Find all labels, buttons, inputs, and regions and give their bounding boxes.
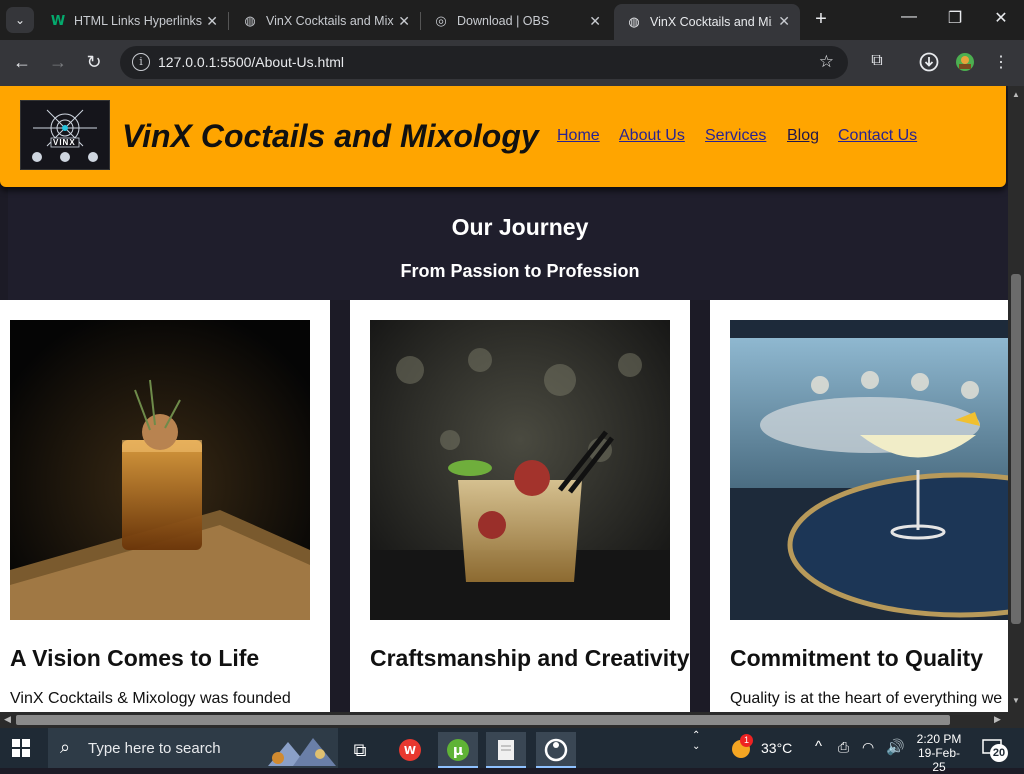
obs-studio-icon[interactable] [536, 732, 576, 768]
svg-text:W: W [404, 744, 416, 757]
notification-center-button[interactable]: 20 [982, 738, 1008, 762]
tab-search-dropdown[interactable]: ⌄ [6, 7, 34, 33]
site-info-icon[interactable]: i [132, 53, 150, 71]
hero-subtitle: From Passion to Profession [400, 261, 640, 281]
download-icon[interactable] [918, 52, 940, 77]
story-card: Craftsmanship and Creativity [350, 300, 690, 712]
camera-icon[interactable]: ⎙ [838, 739, 849, 756]
forward-button[interactable]: → [46, 52, 70, 73]
vinx-logo[interactable]: VINX [20, 100, 110, 170]
clock-date: 19-Feb-25 [917, 746, 961, 774]
browser-toolbar: ← → ↻ i 127.0.0.1:5500/About-Us.html ☆ ⧉… [0, 40, 1024, 86]
w3schools-icon: W [50, 13, 66, 29]
globe-icon: ◍ [628, 14, 640, 29]
taskbar-search[interactable]: ⌕ Type here to search [48, 728, 338, 768]
tab-title: Download | OBS [457, 14, 550, 28]
tab-3-active[interactable]: ◍ VinX Cocktails and Mix ✕ [614, 4, 800, 40]
close-icon[interactable]: ✕ [778, 13, 790, 30]
globe-icon: ◍ [244, 13, 256, 28]
site-brand-title: VinX Coctails and Mixology [122, 118, 539, 154]
bookmark-star-icon[interactable]: ☆ [819, 52, 834, 72]
tab-1[interactable]: ◍ VinX Cocktails and Mix ✕ [230, 6, 420, 36]
url-text[interactable]: 127.0.0.1:5500/About-Us.html [158, 54, 344, 70]
wps-office-icon[interactable]: W [390, 732, 430, 768]
hero-section [8, 186, 1008, 300]
profile-avatar[interactable] [954, 52, 976, 77]
cocktail-photo [730, 320, 1008, 620]
extensions-icon[interactable]: ⧉ [866, 52, 888, 70]
scroll-left-arrow-icon[interactable]: ◀ [4, 714, 11, 725]
page-viewport: VINX VinX Coctails and Mixology Home Abo… [0, 86, 1008, 712]
close-icon[interactable]: ✕ [589, 13, 601, 30]
search-highlight-illustration [268, 738, 336, 766]
new-tab-button[interactable]: + [810, 8, 832, 30]
temperature-text: 33°C [761, 740, 793, 756]
card-title: Craftsmanship and Creativity [370, 645, 690, 671]
tab-2[interactable]: ◎ Download | OBS ✕ [421, 6, 611, 36]
clock-time: 2:20 PM [916, 732, 962, 746]
horizontal-scrollbar[interactable]: ◀ ▶ [0, 712, 1008, 728]
tab-separator [228, 12, 229, 30]
tab-title: VinX Cocktails and Mix [650, 15, 772, 29]
tab-0[interactable]: W HTML Links Hyperlinks ✕ [38, 6, 228, 36]
logo-text: VINX [53, 138, 76, 147]
restore-button[interactable]: ❐ [940, 8, 970, 28]
scroll-up-arrow-icon[interactable]: ▲ [1008, 90, 1024, 99]
scrollbar-thumb[interactable] [16, 715, 950, 725]
close-window-button[interactable]: ✕ [986, 8, 1016, 28]
close-icon[interactable]: ✕ [206, 13, 218, 30]
story-card: Commitment to Quality Quality is at the … [710, 300, 1008, 712]
search-placeholder[interactable]: Type here to search [88, 740, 221, 757]
weather-badge: 1 [740, 734, 753, 747]
hidden-icons-chevron[interactable]: ^ [815, 738, 822, 755]
nav-contact-us[interactable]: Contact Us [838, 127, 917, 145]
nav-services[interactable]: Services [705, 127, 766, 145]
tab-strip: ⌄ W HTML Links Hyperlinks ✕ ◍ VinX Cockt… [0, 0, 1024, 40]
utorrent-icon[interactable]: µ [438, 732, 478, 768]
card-title: A Vision Comes to Life [10, 645, 260, 671]
scroll-down-arrow-icon[interactable]: ▼ [1008, 696, 1024, 705]
card-title: Commitment to Quality [730, 645, 984, 671]
site-header: VINX VinX Coctails and Mixology Home Abo… [0, 86, 1006, 187]
card-text: Quality is at the heart of everything we [730, 690, 1003, 707]
cocktail-photo [370, 320, 670, 620]
windows-taskbar: ⌕ Type here to search ⧉ W µ ⌃ ⌄ 1 33°C ^ … [0, 728, 1024, 774]
nav-about-us[interactable]: About Us [619, 127, 685, 145]
scroll-corner [1008, 712, 1024, 728]
reload-button[interactable]: ↻ [82, 52, 106, 73]
card-text: VinX Cocktails & Mixology was founded [10, 690, 291, 707]
nav-blog[interactable]: Blog [787, 127, 819, 145]
notification-count: 20 [990, 744, 1008, 762]
task-view-icon[interactable]: ⧉ [340, 732, 380, 768]
back-button[interactable]: ← [10, 52, 34, 73]
minimize-button[interactable]: — [894, 8, 924, 26]
svg-text:µ: µ [453, 743, 463, 759]
scrollbar-thumb[interactable] [1011, 274, 1021, 624]
volume-icon[interactable]: 🔊 [886, 738, 905, 756]
notepad-icon[interactable] [486, 732, 526, 768]
menu-kebab-icon[interactable]: ⋮ [990, 52, 1012, 72]
cocktail-photo [10, 320, 310, 620]
scroll-right-arrow-icon[interactable]: ▶ [994, 714, 1001, 725]
tab-title: HTML Links Hyperlinks [74, 14, 203, 28]
windows-start-icon[interactable] [12, 739, 30, 757]
tab-title: VinX Cocktails and Mix [266, 14, 394, 28]
wifi-icon[interactable]: ◠ [862, 739, 874, 756]
chevron-up-icon[interactable]: ⌃ ⌄ [692, 730, 700, 752]
nav-home[interactable]: Home [557, 127, 600, 145]
close-icon[interactable]: ✕ [398, 13, 410, 30]
story-card: A Vision Comes to Life VinX Cocktails & … [0, 300, 330, 712]
obs-icon: ◎ [435, 13, 447, 28]
weather-widget[interactable]: 1 [730, 734, 753, 763]
vertical-scrollbar[interactable]: ▲ ▼ [1008, 86, 1024, 712]
address-bar[interactable]: i 127.0.0.1:5500/About-Us.html ☆ [120, 46, 848, 79]
search-icon: ⌕ [60, 737, 71, 757]
hero-title: Our Journey [451, 214, 589, 240]
